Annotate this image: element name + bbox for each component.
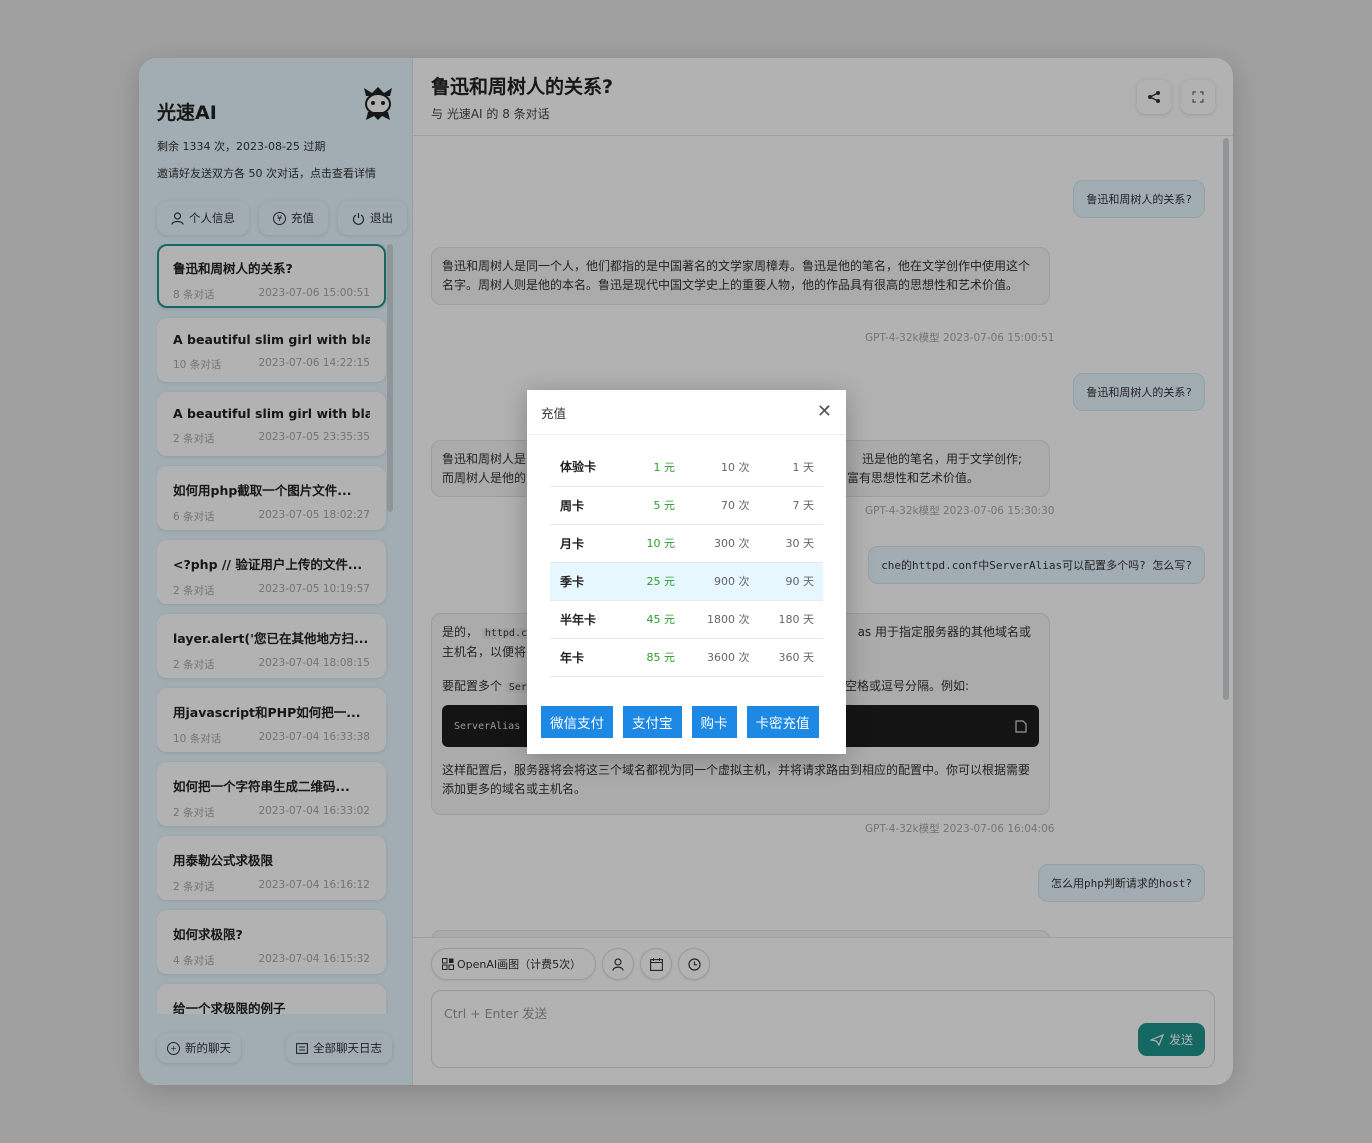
plan-price: 1 元 [629,448,684,487]
plan-table: 体验卡 1 元 10 次1 天 周卡 5 元 70 次7 天 月卡 10 元 300 次 30… [550,448,823,677]
plan-days: 180 天 [758,600,823,639]
plan-times: 70 次 [683,486,759,525]
alipay-button[interactable]: 支付宝 [623,706,682,738]
plan-name: 周卡 [550,486,630,525]
recharge-modal: 充值 ✕ 体验卡 1 元 10 次1 天 周卡 5 元 70 次7 天 月卡 10 元 30… [527,390,846,754]
plan-days: 7 天 [758,486,823,525]
plan-days: 30 天 [758,524,823,563]
plan-row[interactable]: 年卡 85 元 3600 次 360 天 [550,638,823,677]
card-recharge-button[interactable]: 卡密充值 [746,706,819,738]
plan-price: 85 元 [629,638,684,677]
close-icon[interactable]: ✕ [817,403,832,421]
wechat-pay-button[interactable]: 微信支付 [541,706,613,738]
plan-name: 季卡 [550,562,630,601]
plan-row[interactable]: 半年卡 45 元 1800 次 180 天 [550,600,823,639]
plan-price: 10 元 [629,524,684,563]
plan-price: 45 元 [629,600,684,639]
plan-price: 25 元 [629,562,684,601]
plan-days: 360 天 [758,638,823,677]
plan-times: 1800 次 [683,600,759,639]
plan-days: 90 天 [758,562,823,601]
plan-name: 月卡 [550,524,630,563]
plan-times: 10 次 [683,448,759,487]
plan-row[interactable]: 月卡 10 元 300 次 30 天 [550,524,823,563]
plan-row-selected[interactable]: 季卡 25 元 900 次 90 天 [550,562,823,601]
plan-row[interactable]: 周卡 5 元 70 次7 天 [550,486,823,525]
plan-price: 5 元 [629,486,684,525]
plan-name: 半年卡 [550,600,630,639]
plan-row[interactable]: 体验卡 1 元 10 次1 天 [550,448,823,487]
plan-times: 3600 次 [683,638,759,677]
buy-card-button[interactable]: 购卡 [691,706,737,738]
plan-name: 年卡 [550,638,630,677]
plan-times: 300 次 [683,524,759,563]
modal-title: 充值 [541,405,567,421]
plan-days: 1 天 [758,448,823,487]
plan-times: 900 次 [683,562,759,601]
plan-name: 体验卡 [550,448,630,487]
